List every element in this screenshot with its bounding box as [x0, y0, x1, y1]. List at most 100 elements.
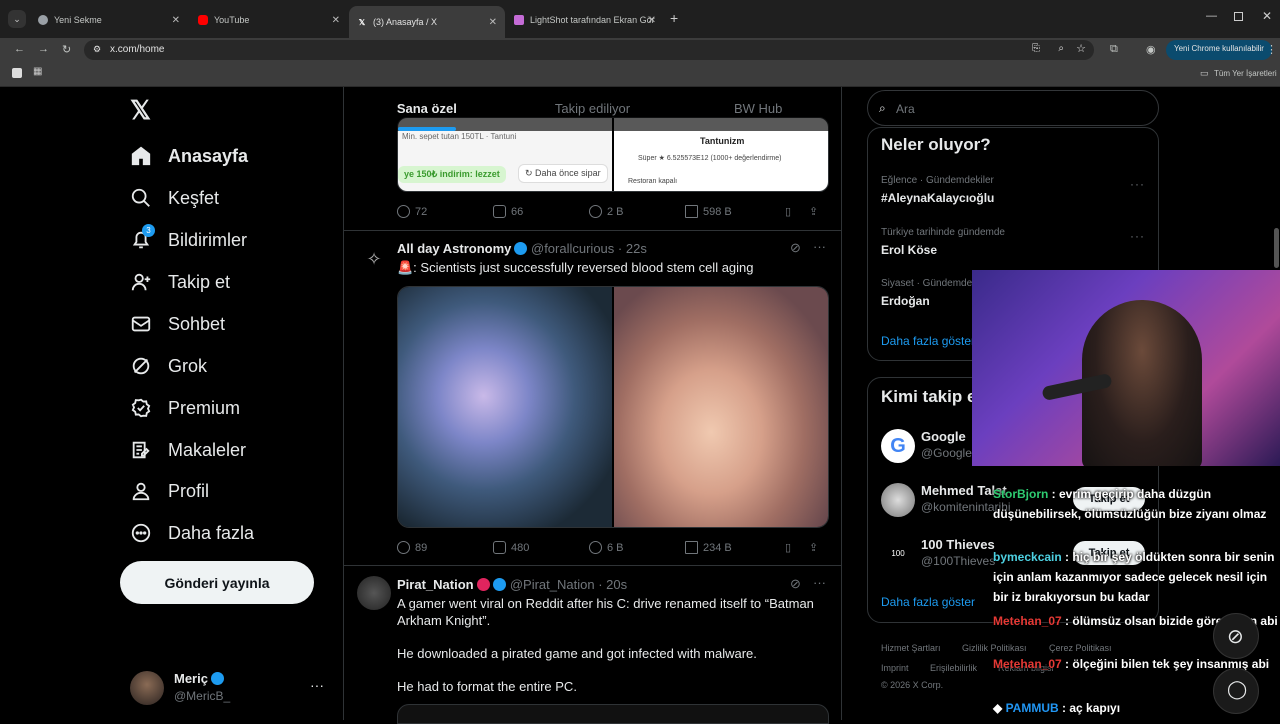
- post-author-name[interactable]: Pirat_Nation: [397, 577, 474, 592]
- tab-for-you[interactable]: Sana özel: [344, 87, 510, 131]
- grok-icon[interactable]: ⊘: [790, 240, 801, 256]
- grok-icon[interactable]: ⊘: [790, 576, 801, 592]
- nav-premium[interactable]: Premium: [130, 397, 240, 419]
- repost-button[interactable]: 480: [493, 541, 589, 554]
- account-more-icon[interactable]: ···: [310, 677, 324, 693]
- suggest-name[interactable]: 100 Thieves: [921, 537, 995, 552]
- close-icon[interactable]: ✕: [332, 15, 340, 26]
- suggest-handle[interactable]: @Google: [921, 446, 972, 460]
- close-icon[interactable]: ✕: [648, 15, 656, 26]
- tab-x-home[interactable]: 𝕏 (3) Anasayfa / X ✕: [349, 6, 505, 38]
- footer-link[interactable]: Gizlilik Politikası: [962, 643, 1027, 653]
- site-info-icon[interactable]: ⚙: [93, 44, 101, 55]
- post-dot: ·: [598, 577, 603, 592]
- post-time[interactable]: 22s: [626, 241, 647, 256]
- google-avatar[interactable]: G: [881, 429, 915, 463]
- post-avatar[interactable]: ✧: [357, 242, 391, 276]
- all-bookmarks-link[interactable]: Tüm Yer İşaretleri: [1214, 69, 1277, 78]
- menu-icon[interactable]: ⋮: [1266, 43, 1277, 56]
- post-avatar[interactable]: [357, 576, 391, 610]
- tab-search-button[interactable]: ⌄: [8, 10, 26, 28]
- nav-grok[interactable]: Grok: [130, 355, 207, 377]
- trend-more-icon[interactable]: ···: [1130, 177, 1145, 191]
- restore-button[interactable]: [1234, 12, 1243, 21]
- minimize-button[interactable]: —: [1206, 10, 1217, 22]
- post-more-icon[interactable]: ···: [813, 575, 826, 590]
- trends-show-more[interactable]: Daha fazla göster: [881, 334, 975, 348]
- mehmed-avatar[interactable]: [881, 483, 915, 517]
- tab-grid-icon[interactable]: [12, 68, 22, 78]
- post-button[interactable]: Gönderi yayınla: [120, 561, 314, 604]
- post-more-icon[interactable]: ···: [813, 239, 826, 254]
- forward-icon[interactable]: →: [38, 43, 49, 55]
- close-window-button[interactable]: ✕: [1262, 9, 1272, 23]
- grok-float-button[interactable]: ⊘: [1213, 613, 1259, 659]
- nav-notifications[interactable]: Bildirimler 3: [130, 224, 247, 251]
- footer-link[interactable]: Çerez Politikası: [1049, 643, 1112, 653]
- views-button[interactable]: 598 B: [685, 205, 785, 218]
- nav-profile[interactable]: Profil: [130, 480, 209, 502]
- reply-button[interactable]: 72: [397, 205, 493, 218]
- trend-item[interactable]: Erdoğan: [881, 294, 930, 308]
- tab-new-tab[interactable]: Yeni Sekme ✕: [30, 8, 188, 32]
- post-text: A gamer went viral on Reddit after his C…: [397, 596, 814, 628]
- post-author-name[interactable]: All day Astronomy: [397, 241, 511, 256]
- footer-link[interactable]: Hizmet Şartları: [881, 643, 941, 653]
- close-icon[interactable]: ✕: [172, 15, 180, 26]
- repost-button[interactable]: 66: [493, 205, 589, 218]
- nav-more[interactable]: Daha fazla: [130, 522, 254, 544]
- thieves-avatar[interactable]: 100: [881, 537, 915, 571]
- tab-following[interactable]: Takip ediliyor: [510, 87, 676, 131]
- bookmark-icon[interactable]: ▯: [785, 205, 809, 218]
- like-button[interactable]: 2 B: [589, 205, 685, 218]
- footer-link[interactable]: Erişilebilirlik: [930, 663, 977, 673]
- bookmark-icon[interactable]: ▯: [785, 541, 809, 554]
- share-icon[interactable]: ⇪: [809, 205, 818, 218]
- who-show-more[interactable]: Daha fazla göster: [881, 595, 975, 609]
- zoom-icon[interactable]: ⌕: [1058, 43, 1064, 54]
- trend-item[interactable]: Erol Köse: [881, 243, 937, 257]
- nav-articles[interactable]: Makaleler: [130, 439, 246, 461]
- trend-category: Eğlence · Gündemdekiler: [881, 175, 994, 186]
- messages-float-button[interactable]: ◯: [1213, 668, 1259, 714]
- chrome-update-button[interactable]: Yeni Chrome kullanılabilir: [1166, 40, 1272, 60]
- profile-icon[interactable]: ◉: [1146, 43, 1156, 56]
- extensions-icon[interactable]: ⧉: [1110, 43, 1118, 56]
- close-icon[interactable]: ✕: [489, 17, 497, 28]
- nav-explore[interactable]: Keşfet: [130, 187, 219, 209]
- nav-chat[interactable]: Sohbet: [130, 313, 225, 335]
- post-media[interactable]: [397, 286, 829, 528]
- webcam-overlay: [972, 270, 1280, 466]
- apps-icon[interactable]: ▦: [33, 66, 42, 77]
- tab-lightshot[interactable]: LightShot tarafından Ekran Gör ✕: [506, 8, 664, 32]
- trend-more-icon[interactable]: ···: [1130, 229, 1145, 243]
- suggest-handle[interactable]: @100Thieves: [921, 554, 995, 568]
- post-media[interactable]: [397, 704, 829, 724]
- footer-link[interactable]: Imprint: [881, 663, 909, 673]
- suggest-name[interactable]: Google: [921, 429, 966, 444]
- x-logo-icon[interactable]: 𝕏: [130, 95, 151, 126]
- account-switcher[interactable]: Meriç @MericB_ ···: [130, 669, 326, 705]
- bookmark-star-icon[interactable]: ☆: [1076, 42, 1086, 55]
- views-button[interactable]: 234 B: [685, 541, 785, 554]
- reply-button[interactable]: 89: [397, 541, 493, 554]
- trend-item[interactable]: #AleynaKalaycıoğlu: [881, 191, 994, 205]
- share-icon[interactable]: ⇪: [809, 541, 818, 554]
- nav-follow[interactable]: Takip et: [130, 271, 230, 293]
- post-time[interactable]: 20s: [606, 577, 627, 592]
- like-button[interactable]: 6 B: [589, 541, 685, 554]
- tab-youtube[interactable]: YouTube ✕: [190, 8, 348, 32]
- address-bar[interactable]: ⚙ x.com/home ⎘ ⌕ ☆: [84, 40, 1094, 60]
- new-tab-button[interactable]: +: [670, 10, 678, 26]
- post-author-handle[interactable]: @forallcurious: [531, 241, 614, 256]
- search-input[interactable]: ⌕ Ara: [867, 90, 1159, 126]
- reload-icon[interactable]: ↻: [62, 43, 71, 56]
- tab-bw-hub[interactable]: BW Hub: [675, 87, 841, 131]
- card-left-reorder: ↻ Daha önce sipar: [518, 164, 608, 183]
- verified-icon: [493, 578, 507, 591]
- back-icon[interactable]: ←: [14, 43, 25, 55]
- install-icon[interactable]: ⎘: [1032, 43, 1040, 54]
- post-author-handle[interactable]: @Pirat_Nation: [510, 577, 595, 592]
- scrollbar[interactable]: [1274, 228, 1279, 268]
- nav-home[interactable]: Anasayfa: [130, 145, 248, 167]
